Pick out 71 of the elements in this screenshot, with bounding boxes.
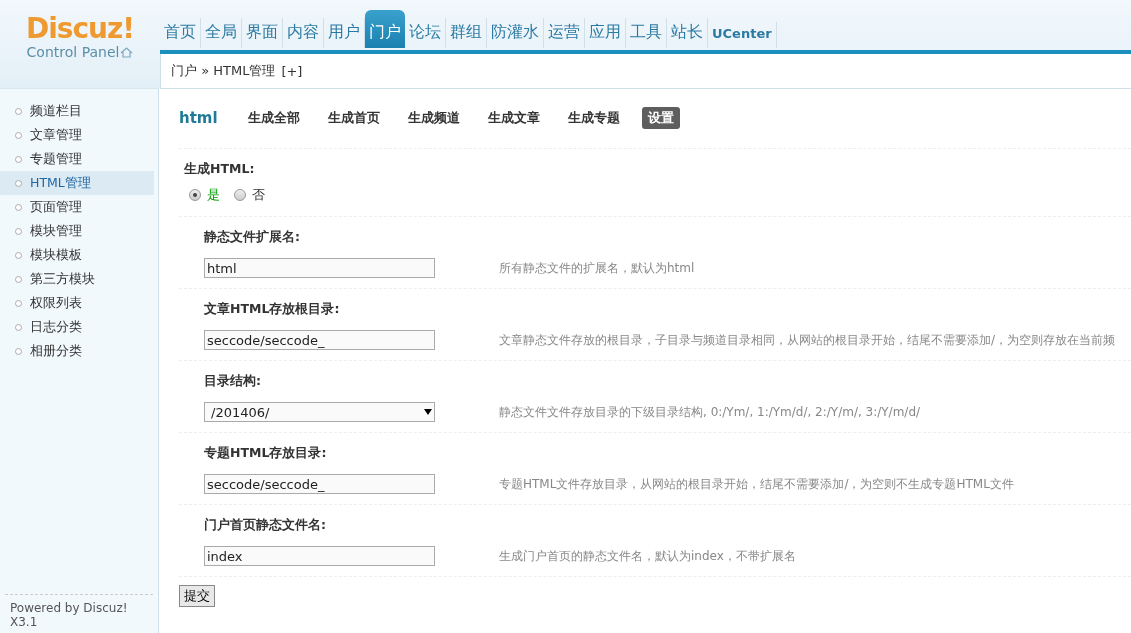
- nav-tab[interactable]: 论坛: [405, 18, 446, 48]
- tab[interactable]: 生成全部: [241, 107, 306, 129]
- sidebar-item[interactable]: 页面管理: [0, 195, 154, 219]
- sidebar-item[interactable]: 频道栏目: [0, 99, 154, 123]
- bullet-icon: [15, 251, 22, 259]
- radio-button[interactable]: [189, 189, 201, 201]
- field-label: 目录结构:: [204, 373, 262, 390]
- nav-tab[interactable]: 内容: [283, 18, 324, 48]
- bullet-icon: [15, 323, 22, 331]
- sidebar-item[interactable]: 权限列表: [0, 291, 154, 315]
- bullet-icon: [15, 299, 22, 307]
- bullet-icon: [15, 131, 22, 139]
- logo-title: Discuz!: [25, 14, 135, 44]
- section-title: html: [179, 109, 218, 127]
- footer-text: Powered by Discuz! X3.1: [5, 594, 153, 633]
- nav-tab[interactable]: 界面: [242, 18, 283, 48]
- sidebar-item[interactable]: 相册分类: [0, 339, 154, 363]
- nav-tab[interactable]: 应用: [585, 18, 626, 48]
- field-hint: 文章静态文件存放的根目录，子目录与频道目录相同，从网站的根目录开始，结尾不需要添加/，为空则存放在当前频: [499, 331, 1116, 349]
- nav-tab[interactable]: UCenter: [708, 22, 777, 48]
- breadcrumb: 门户 » HTML管理: [171, 62, 276, 80]
- field-hint: 静态文件文件存放目录的下级目录结构, 0:/Ym/, 1:/Ym/d/, 2:/Y/m/, 3:/Y/m/d/: [499, 403, 921, 421]
- field-label: 门户首页静态文件名:: [204, 517, 327, 534]
- field-label: 专题HTML存放目录:: [204, 445, 328, 462]
- input-field[interactable]: seccode/seccode_: [204, 474, 435, 494]
- field-hint: 生成门户首页的静态文件名，默认为index，不带扩展名: [499, 547, 796, 565]
- nav-tab[interactable]: 首页: [160, 18, 201, 48]
- sidebar-item[interactable]: 文章管理: [0, 123, 154, 147]
- tab[interactable]: 生成专题: [561, 107, 626, 129]
- nav-tab[interactable]: 全局: [201, 18, 242, 48]
- sidebar-item[interactable]: 模块模板: [0, 243, 154, 267]
- add-shortcut-link[interactable]: [+]: [281, 63, 303, 79]
- sidebar-item[interactable]: HTML管理: [0, 171, 154, 195]
- home-icon: [120, 46, 134, 58]
- nav-tab[interactable]: 工具: [626, 18, 667, 48]
- nav-tab[interactable]: 群组: [446, 18, 487, 48]
- nav-tab[interactable]: 防灌水: [487, 18, 544, 48]
- select-value: /201406/: [211, 404, 270, 420]
- submit-button[interactable]: 提交: [179, 585, 215, 607]
- field-label: 静态文件扩展名:: [204, 229, 301, 246]
- field-label: 生成HTML:: [184, 161, 255, 176]
- radio-label[interactable]: 否: [252, 186, 265, 204]
- bullet-icon: [15, 155, 22, 163]
- bullet-icon: [15, 227, 22, 235]
- radio-label[interactable]: 是: [207, 186, 220, 204]
- input-field[interactable]: seccode/seccode_: [204, 330, 435, 350]
- bullet-icon: [15, 347, 22, 355]
- logo-subtitle: Control Panel: [26, 44, 120, 60]
- tab[interactable]: 生成首页: [321, 107, 386, 129]
- field-hint: 所有静态文件的扩展名，默认为html: [499, 259, 695, 277]
- tab[interactable]: 生成文章: [481, 107, 546, 129]
- radio-button[interactable]: [234, 189, 246, 201]
- nav-tab[interactable]: 门户: [365, 10, 405, 48]
- bullet-icon: [15, 107, 22, 115]
- bullet-icon: [15, 275, 22, 283]
- nav-tab[interactable]: 站长: [667, 18, 708, 48]
- bullet-icon: [15, 203, 22, 211]
- nav-tab[interactable]: 运营: [544, 18, 585, 48]
- input-field[interactable]: index: [204, 546, 435, 566]
- sidebar-item[interactable]: 专题管理: [0, 147, 154, 171]
- select-field[interactable]: /201406/: [204, 402, 435, 422]
- field-label: 文章HTML存放根目录:: [204, 301, 341, 318]
- field-hint: 专题HTML文件存放目录，从网站的根目录开始，结尾不需要添加/，为空则不生成专题HTML文件: [499, 475, 1014, 493]
- tab[interactable]: 生成频道: [401, 107, 466, 129]
- input-field[interactable]: html: [204, 258, 435, 278]
- bullet-icon: [15, 179, 22, 187]
- sidebar-item[interactable]: 日志分类: [0, 315, 154, 339]
- sidebar-item[interactable]: 第三方模块: [0, 267, 154, 291]
- tab[interactable]: 设置: [641, 107, 680, 129]
- sidebar-item[interactable]: 模块管理: [0, 219, 154, 243]
- dropdown-arrow-icon: [424, 409, 432, 415]
